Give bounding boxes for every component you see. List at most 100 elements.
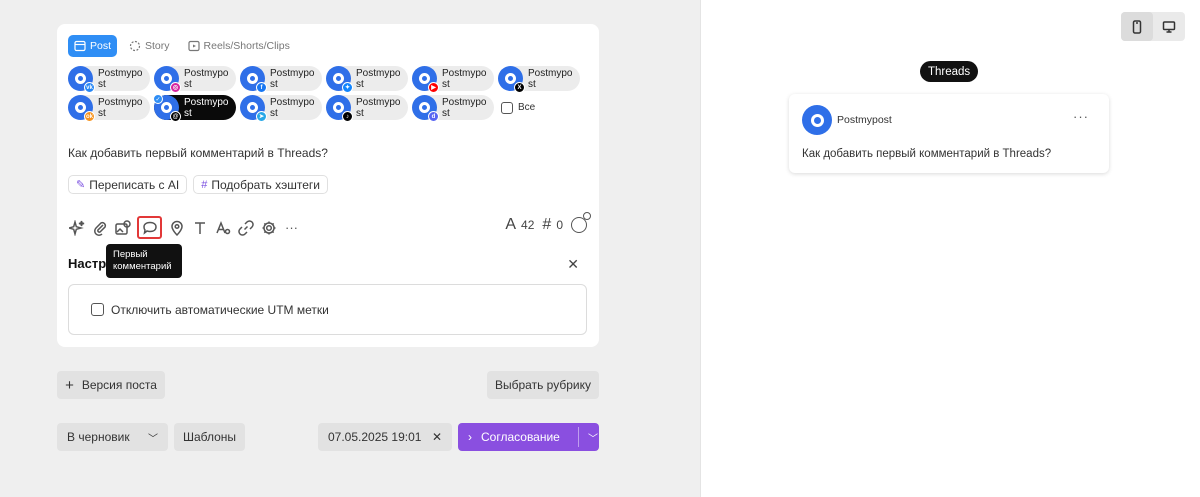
emoji-button[interactable] [571, 212, 591, 233]
avatar: ◎ [154, 66, 181, 93]
preview-platform-badge: Threads [920, 61, 979, 82]
hashtag-count-icon: # [542, 216, 552, 233]
threads-icon: @ [170, 111, 181, 122]
account-chip-bluesky[interactable]: ✦ Postmypost [326, 66, 408, 93]
templates-button[interactable]: Шаблоны [174, 423, 245, 451]
avatar: ok [68, 95, 95, 122]
avatar [802, 105, 832, 135]
publish-date-value: 07.05.2025 19:01 [328, 430, 422, 444]
account-chip-threads[interactable]: ✓ @ Postmypost [153, 94, 236, 122]
tab-reels-label: Reels/Shorts/Clips [203, 40, 290, 52]
plus-icon: + [65, 376, 74, 394]
tooltip-line-2: комментарий [113, 261, 172, 272]
text-format-button[interactable] [191, 219, 208, 236]
select-rubric-button[interactable]: Выбрать рубрику [487, 371, 599, 399]
avatar: vk [68, 66, 95, 93]
account-name: Postmypost [270, 67, 315, 90]
telegram-icon: ➤ [256, 111, 267, 122]
phone-icon [1132, 19, 1142, 34]
account-chip-youtube[interactable]: ▶ Postmypost [412, 66, 494, 93]
desktop-view-button[interactable] [1153, 12, 1185, 41]
pencil-icon: ✎ [76, 179, 86, 191]
account-chip-x[interactable]: X Postmypost [498, 66, 580, 93]
tab-story-label: Story [145, 40, 170, 52]
account-chip-odnoklassniki[interactable]: ok Postmypost [68, 95, 150, 122]
account-chip-facebook[interactable]: f Postmypost [240, 66, 322, 93]
post-text-area[interactable]: Как добавить первый комментарий в Thread… [68, 146, 328, 160]
monitor-icon [1162, 20, 1176, 33]
account-chip-instagram[interactable]: ◎ Postmypost [154, 66, 236, 93]
editor-pane: Post Story Reels/Shorts/Clips vk Postmyp… [0, 0, 700, 497]
facebook-icon: f [256, 82, 267, 93]
add-version-button[interactable]: + Версия поста [57, 371, 165, 399]
clock-icon [583, 212, 591, 220]
utm-checkbox[interactable] [91, 303, 104, 316]
checkbox-icon [501, 101, 513, 114]
post-icon [74, 40, 86, 52]
reels-icon [187, 40, 200, 52]
account-chip-discord[interactable]: d Postmypost [412, 95, 494, 122]
tiktok-icon: ♪ [342, 111, 353, 122]
avatar: f [240, 66, 267, 93]
account-name: Postmypost [98, 67, 143, 90]
avatar: d [412, 95, 439, 122]
comment-bubble-icon [142, 221, 157, 235]
settings-button[interactable] [260, 219, 277, 236]
avatar: ♪ [326, 95, 353, 122]
account-name: Postmypost [184, 67, 229, 90]
account-name: Postmypost [270, 96, 315, 119]
preview-pane: Threads Postmypost ··· Как добавить перв… [700, 0, 1200, 497]
tab-story[interactable]: Story [123, 35, 176, 57]
account-name: Postmypost [356, 67, 401, 90]
more-horizontal-icon[interactable]: ··· [1073, 109, 1089, 124]
close-icon[interactable]: ✕ [567, 256, 579, 273]
tab-reels[interactable]: Reels/Shorts/Clips [182, 35, 296, 57]
approval-label: Согласование [481, 430, 560, 444]
font-icon [215, 220, 230, 234]
gear-icon [262, 221, 275, 234]
more-tools-button[interactable]: ··· [283, 219, 300, 236]
account-name: Postmypost [528, 67, 573, 90]
select-all-label: Все [518, 102, 536, 113]
rewrite-label: Переписать с AI [89, 177, 180, 192]
draft-label: В черновик [67, 430, 130, 444]
account-chip-telegram[interactable]: ➤ Postmypost [240, 95, 322, 122]
suggest-hashtags-button[interactable]: # Подобрать хэштеги [193, 175, 328, 194]
post-type-tabs: Post Story Reels/Shorts/Clips [68, 35, 296, 57]
odnoklassniki-icon: ok [84, 111, 95, 122]
select-rubric-label: Выбрать рубрику [495, 378, 591, 392]
select-all-checkbox[interactable]: Все [498, 95, 535, 120]
ai-sparkle-button[interactable] [68, 219, 85, 236]
approval-options-button[interactable]: ﹀ [587, 423, 599, 451]
link-button[interactable] [237, 219, 254, 236]
account-name: Postmypost [442, 67, 487, 90]
instagram-icon: ◎ [170, 82, 181, 93]
preview-post-text: Как добавить первый комментарий в Thread… [802, 148, 1052, 160]
account-list: vk Postmypost ◎ Postmypost f Postmypost … [68, 66, 593, 122]
vk-icon: vk [84, 82, 95, 93]
avatar: ➤ [240, 95, 267, 122]
clear-date-icon[interactable]: ✕ [432, 430, 442, 444]
first-comment-button[interactable] [137, 216, 162, 239]
account-name: Postmypost [442, 96, 487, 119]
account-chip-vk[interactable]: vk Postmypost [68, 66, 150, 93]
mobile-view-button[interactable] [1121, 12, 1153, 41]
attach-button[interactable] [91, 219, 108, 236]
avatar: X [498, 66, 525, 93]
hashtag-count: 0 [556, 218, 563, 232]
rewrite-with-ai-button[interactable]: ✎ Переписать с AI [68, 175, 188, 194]
font-style-button[interactable] [214, 219, 231, 236]
publish-date-field[interactable]: 07.05.2025 19:01 ✕ [318, 423, 452, 451]
sparkle-icon [68, 219, 84, 236]
tab-post[interactable]: Post [68, 35, 118, 57]
account-chip-tiktok[interactable]: ♪ Postmypost [326, 95, 408, 122]
avatar: ✓ @ [153, 94, 181, 122]
location-button[interactable] [168, 219, 185, 236]
hashtags-label: Подобрать хэштеги [211, 177, 320, 192]
text-icon [194, 221, 205, 234]
check-icon: ✓ [153, 94, 163, 104]
media-button[interactable] [114, 219, 131, 236]
send-for-approval-button[interactable]: › Согласование [458, 423, 570, 451]
chevron-right-icon: › [468, 430, 472, 444]
save-draft-dropdown[interactable]: В черновик ﹀ [57, 423, 168, 451]
